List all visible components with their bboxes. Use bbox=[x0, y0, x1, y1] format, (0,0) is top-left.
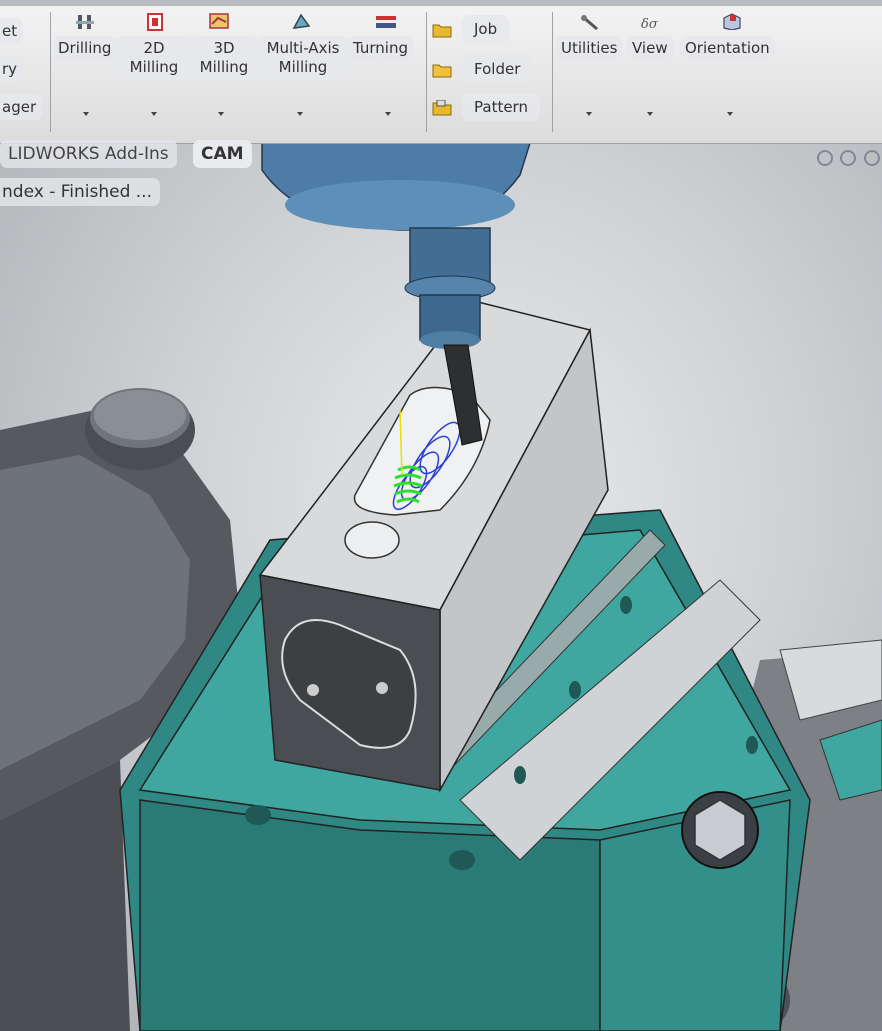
zoom-to-area-icon[interactable] bbox=[840, 150, 856, 166]
ribbon-separator bbox=[50, 12, 51, 132]
drilling-icon bbox=[76, 15, 94, 29]
milling-3d-icon bbox=[209, 13, 229, 29]
orientation-dropdown-arrow[interactable] bbox=[727, 112, 733, 116]
multiaxis-milling-button[interactable]: Multi-Axis Milling bbox=[256, 36, 350, 80]
heads-up-view-toolbar bbox=[812, 150, 882, 172]
machining-scene bbox=[0, 143, 882, 1031]
job-folder-icon bbox=[432, 24, 452, 38]
folder-icon bbox=[432, 64, 452, 78]
utilities-button[interactable]: Utilities bbox=[556, 36, 623, 61]
multiaxis-dropdown-arrow[interactable] bbox=[297, 112, 303, 116]
milling-3d-dropdown-arrow[interactable] bbox=[218, 112, 224, 116]
ribbon-left-item-2-label: ry bbox=[2, 60, 18, 78]
turning-dropdown-arrow[interactable] bbox=[385, 112, 391, 116]
ribbon-top-strip bbox=[0, 0, 882, 6]
ribbon-left-item-1-label: et bbox=[2, 22, 18, 40]
pattern-folder-icon bbox=[432, 100, 452, 116]
folder-label: Folder bbox=[462, 55, 533, 83]
tab-cam-label: CAM bbox=[201, 144, 244, 164]
view-dropdown-arrow[interactable] bbox=[647, 112, 653, 116]
ribbon-left-item-3[interactable]: ager bbox=[0, 94, 43, 120]
feature-tree-item[interactable]: ndex - Finished ... bbox=[0, 178, 160, 206]
multiaxis-label-line1: Multi-Axis bbox=[266, 39, 340, 57]
ribbon-left-item-3-label: ager bbox=[2, 98, 37, 116]
svg-text:δσ: δσ bbox=[641, 17, 659, 32]
multiaxis-icon bbox=[292, 13, 311, 29]
utilities-label: Utilities bbox=[561, 39, 618, 57]
milling-2d-icon bbox=[147, 13, 163, 31]
orientation-label: Orientation bbox=[685, 39, 770, 57]
orientation-icon bbox=[723, 13, 741, 30]
orientation-button[interactable]: Orientation bbox=[680, 36, 775, 61]
view-label: View bbox=[632, 39, 668, 57]
graphics-viewport[interactable] bbox=[0, 143, 882, 1031]
milling-3d-label-line2: Milling bbox=[199, 58, 249, 76]
job-label: Job bbox=[462, 15, 510, 43]
ribbon-left-item-1[interactable]: et bbox=[0, 18, 24, 44]
feature-tree-item-label: ndex - Finished ... bbox=[2, 182, 152, 202]
tab-solidworks-addins[interactable]: LIDWORKS Add-Ins bbox=[0, 140, 177, 168]
ribbon-left-item-2[interactable]: ry bbox=[0, 56, 24, 82]
wrench-icon bbox=[581, 15, 598, 31]
ribbon-separator bbox=[426, 12, 427, 132]
milling-2d-label-line2: Milling bbox=[129, 58, 179, 76]
drilling-button[interactable]: Drilling bbox=[53, 36, 117, 61]
view-icon: δσ bbox=[641, 17, 659, 32]
tab-addins-label: LIDWORKS Add-Ins bbox=[8, 144, 169, 164]
turning-icon bbox=[376, 16, 396, 28]
turning-button[interactable]: Turning bbox=[348, 36, 413, 61]
multiaxis-label-line2: Milling bbox=[278, 58, 328, 76]
milling-2d-dropdown-arrow[interactable] bbox=[151, 112, 157, 116]
drilling-dropdown-arrow[interactable] bbox=[83, 112, 89, 116]
utilities-dropdown-arrow[interactable] bbox=[586, 112, 592, 116]
milling-3d-label-line1: 3D bbox=[213, 39, 235, 57]
pattern-label: Pattern bbox=[462, 93, 540, 121]
view-button[interactable]: View bbox=[627, 36, 673, 61]
command-ribbon: et ry ager Drilling 2D Milling 3D Millin… bbox=[0, 0, 882, 144]
tab-cam[interactable]: CAM bbox=[193, 140, 252, 168]
milling-3d-button[interactable]: 3D Milling bbox=[190, 36, 258, 80]
previous-view-icon[interactable] bbox=[864, 150, 880, 166]
milling-2d-button[interactable]: 2D Milling bbox=[114, 36, 194, 80]
zoom-to-fit-icon[interactable] bbox=[817, 150, 833, 166]
drilling-label: Drilling bbox=[58, 39, 112, 57]
command-manager-tabs: LIDWORKS Add-Ins CAM bbox=[0, 138, 882, 172]
turning-label: Turning bbox=[353, 39, 408, 57]
milling-2d-label-line1: 2D bbox=[143, 39, 165, 57]
ribbon-separator bbox=[552, 12, 553, 132]
